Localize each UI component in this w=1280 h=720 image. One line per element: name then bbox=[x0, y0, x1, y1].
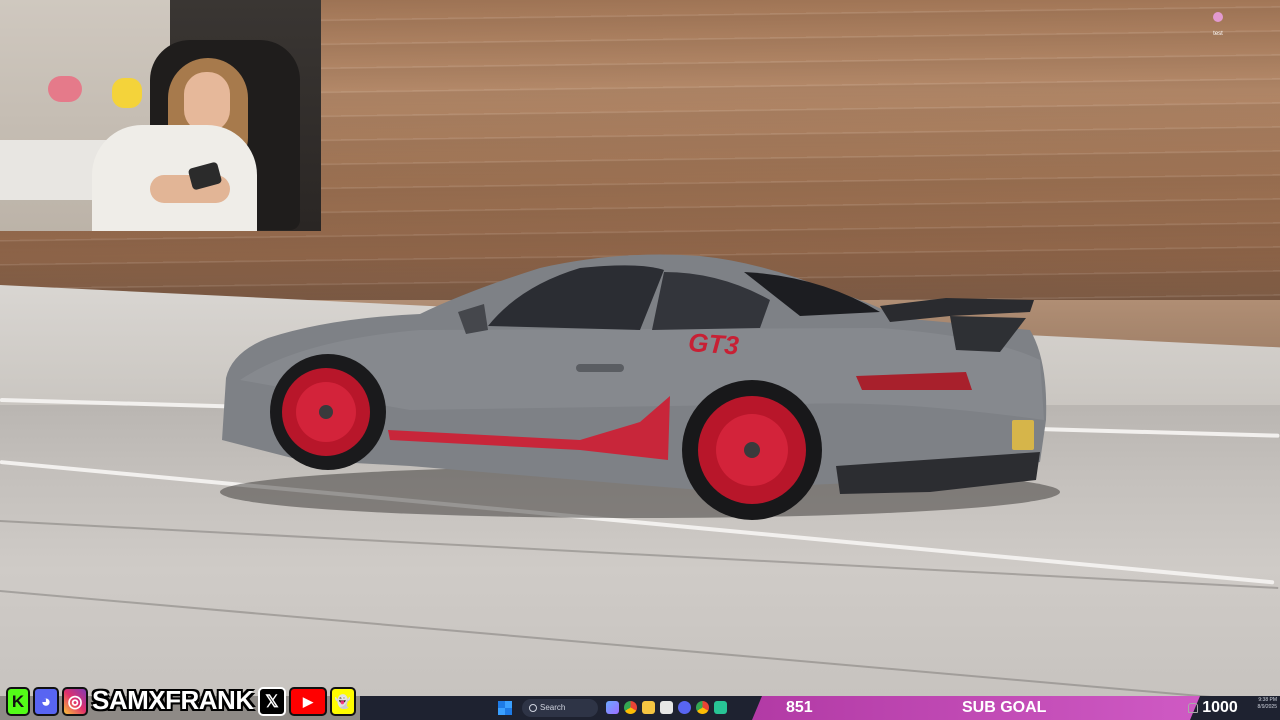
notes-icon[interactable] bbox=[660, 701, 673, 714]
streamer-face bbox=[184, 72, 230, 132]
tray-time: 9:38 PM bbox=[1258, 697, 1277, 703]
windows-start-icon[interactable] bbox=[498, 701, 512, 715]
notification-icon[interactable] bbox=[1188, 703, 1198, 713]
file-explorer-icon[interactable] bbox=[642, 701, 655, 714]
svg-text:GT3: GT3 bbox=[687, 327, 740, 360]
taskbar-search-box[interactable]: Search bbox=[522, 699, 598, 717]
chrome-icon-2[interactable] bbox=[696, 701, 709, 714]
desktop-file-shortcut[interactable]: test bbox=[1206, 12, 1230, 40]
sub-goal-title: SUB GOAL bbox=[962, 699, 1047, 716]
chrome-icon[interactable] bbox=[624, 701, 637, 714]
task-view-icon[interactable] bbox=[606, 701, 619, 714]
search-icon bbox=[529, 704, 537, 712]
discord-icon[interactable]: ◕ bbox=[33, 687, 59, 716]
rear-wheel bbox=[682, 380, 822, 520]
plush-toy bbox=[48, 76, 82, 102]
app-icon[interactable] bbox=[714, 701, 727, 714]
instagram-icon[interactable]: ◎ bbox=[62, 687, 88, 716]
desktop-file-label: test bbox=[1213, 31, 1223, 37]
sub-goal-current: 851 bbox=[786, 699, 813, 716]
kick-icon[interactable]: K bbox=[6, 687, 30, 716]
webcam-overlay bbox=[0, 0, 321, 231]
search-placeholder: Search bbox=[540, 703, 566, 712]
system-tray-clock[interactable]: 9:38 PM 8/9/2025 bbox=[1188, 697, 1280, 713]
sub-goal-target: 1000 bbox=[1202, 699, 1238, 716]
youtube-icon[interactable]: ▶ bbox=[289, 687, 327, 716]
streamer-handle: SAMXFRANK bbox=[92, 685, 254, 715]
snapchat-icon[interactable]: 👻 bbox=[330, 687, 356, 716]
tray-date: 8/9/2025 bbox=[1257, 704, 1277, 710]
plush-toy bbox=[112, 78, 142, 108]
front-wheel bbox=[270, 354, 386, 470]
file-icon bbox=[1213, 12, 1223, 22]
discord-icon[interactable] bbox=[678, 701, 691, 714]
x-icon[interactable]: 𝕏 bbox=[258, 687, 286, 716]
sub-goal-bar: 851 SUB GOAL bbox=[752, 696, 1200, 720]
